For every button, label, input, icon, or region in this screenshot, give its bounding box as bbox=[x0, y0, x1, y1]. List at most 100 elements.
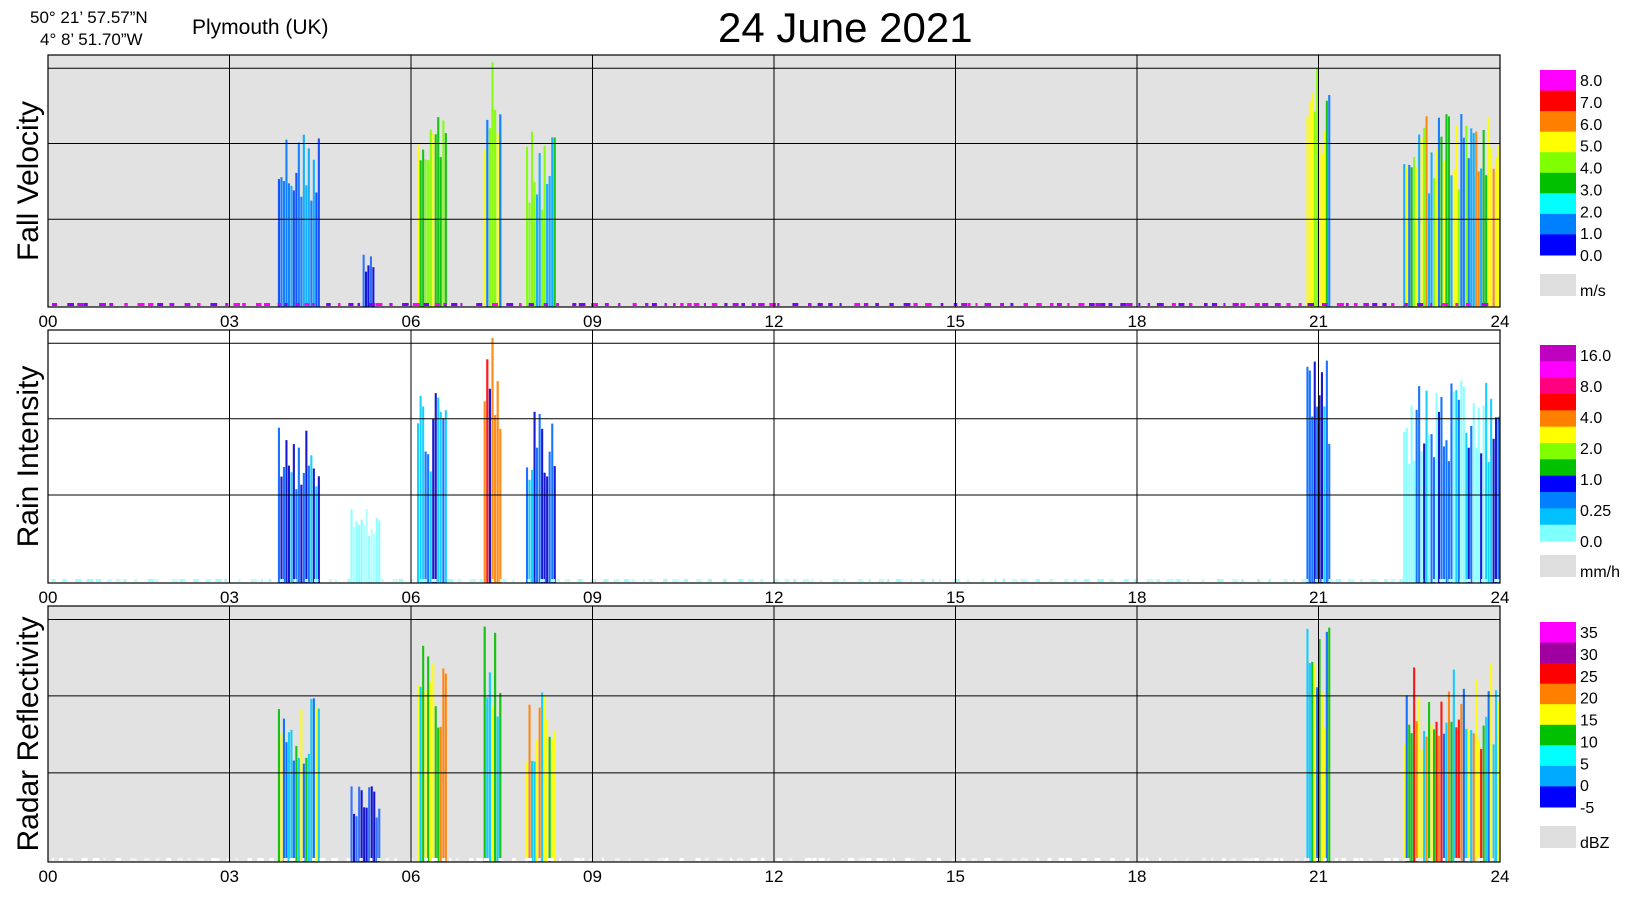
legend-label: 8.0 bbox=[1580, 73, 1602, 90]
speckle-mark bbox=[1223, 303, 1226, 306]
speckle-mark bbox=[557, 579, 560, 582]
speckle-mark bbox=[1146, 579, 1154, 582]
precip-stripe bbox=[1460, 380, 1463, 583]
speckle-mark bbox=[1307, 303, 1314, 306]
legend-label: 8.0 bbox=[1580, 379, 1602, 396]
x-tick-label: 00 bbox=[39, 867, 58, 886]
speckle-mark bbox=[618, 303, 621, 306]
precip-stripe bbox=[1460, 703, 1463, 862]
precip-stripe bbox=[1428, 702, 1431, 862]
speckle-mark bbox=[86, 579, 94, 582]
legend-label: 25 bbox=[1580, 669, 1598, 686]
precip-stripe bbox=[1430, 434, 1433, 583]
precip-stripe bbox=[1415, 166, 1418, 307]
precip-stripe bbox=[434, 393, 437, 583]
speckle-mark bbox=[312, 303, 315, 306]
precip-stripe bbox=[488, 128, 491, 307]
precip-stripe bbox=[417, 423, 420, 583]
speckle-mark bbox=[179, 579, 185, 582]
precip-stripe bbox=[526, 146, 529, 307]
precip-stripe bbox=[1490, 398, 1493, 583]
precip-stripe bbox=[1428, 193, 1431, 307]
speckle-mark bbox=[759, 579, 764, 582]
speckle-mark bbox=[1384, 579, 1388, 582]
speckle-mark bbox=[1407, 579, 1413, 582]
speckle-mark bbox=[581, 858, 585, 861]
speckle-mark bbox=[1334, 858, 1338, 861]
legend-label: 7.0 bbox=[1580, 95, 1602, 112]
precip-stripe bbox=[1487, 691, 1490, 862]
speckle-mark bbox=[1399, 579, 1406, 582]
speckle-mark bbox=[613, 579, 620, 582]
speckle-mark bbox=[913, 303, 918, 306]
speckle-mark bbox=[211, 858, 217, 861]
precip-stripe bbox=[548, 736, 551, 862]
precip-stripe bbox=[292, 760, 295, 862]
legend-swatch bbox=[1540, 745, 1576, 767]
speckle-mark bbox=[1481, 303, 1489, 306]
speckle-mark bbox=[250, 579, 258, 582]
precip-stripe bbox=[553, 730, 556, 862]
speckle-mark bbox=[737, 858, 744, 861]
speckle-mark bbox=[419, 579, 427, 582]
x-tick-label: 12 bbox=[765, 867, 784, 886]
legend-label: 2.0 bbox=[1580, 441, 1602, 458]
precip-stripe bbox=[1311, 416, 1314, 583]
speckle-mark bbox=[848, 858, 855, 861]
legend-unit: dBZ bbox=[1580, 835, 1610, 852]
speckle-mark bbox=[1217, 579, 1224, 582]
precip-stripe bbox=[1442, 160, 1445, 307]
legend-swatch bbox=[1540, 642, 1576, 664]
x-tick-label: 24 bbox=[1491, 867, 1510, 886]
x-tick-label: 21 bbox=[1309, 867, 1328, 886]
speckle-mark bbox=[875, 303, 879, 306]
precip-stripe bbox=[368, 536, 371, 583]
precip-stripe bbox=[417, 144, 420, 307]
speckle-mark bbox=[818, 858, 825, 861]
legend-swatch bbox=[1540, 622, 1576, 644]
precip-stripe bbox=[538, 153, 541, 307]
precip-stripe bbox=[1316, 68, 1319, 307]
precip-stripe bbox=[1467, 447, 1470, 583]
speckle-mark bbox=[750, 858, 758, 861]
speckle-mark bbox=[184, 303, 191, 306]
speckle-mark bbox=[1241, 579, 1244, 582]
speckle-mark bbox=[547, 858, 554, 861]
precip-stripe bbox=[1413, 460, 1416, 583]
precip-stripe bbox=[360, 790, 363, 862]
speckle-mark bbox=[392, 579, 399, 582]
speckle-mark bbox=[1328, 579, 1333, 582]
precip-stripe bbox=[541, 428, 544, 583]
precip-stripe bbox=[1320, 372, 1323, 583]
speckle-mark bbox=[680, 303, 684, 306]
speckle-mark bbox=[1268, 579, 1271, 582]
speckle-mark bbox=[994, 579, 997, 582]
legend-swatch bbox=[1540, 704, 1576, 726]
precip-stripe bbox=[1455, 727, 1458, 862]
precip-stripe bbox=[1450, 721, 1453, 862]
speckle-mark bbox=[1230, 858, 1236, 861]
legend-swatch bbox=[1540, 663, 1576, 685]
speckle-mark bbox=[1280, 858, 1284, 861]
speckle-mark bbox=[577, 579, 583, 582]
panel-1: 00 03 06 09 12 15 18 21 24 Fall Velocity 8.0 7.0 6.0… bbox=[12, 54, 1606, 331]
speckle-mark bbox=[527, 579, 531, 582]
speckle-mark bbox=[651, 303, 657, 306]
speckle-mark bbox=[95, 579, 102, 582]
precip-stripe bbox=[1492, 438, 1495, 583]
precip-stripe bbox=[434, 706, 437, 862]
precip-stripe bbox=[533, 182, 536, 307]
speckle-mark bbox=[528, 303, 534, 306]
precip-stripe bbox=[1442, 446, 1445, 583]
speckle-mark bbox=[984, 858, 991, 861]
speckle-mark bbox=[1108, 303, 1113, 306]
precip-stripe bbox=[358, 525, 361, 583]
speckle-mark bbox=[1125, 858, 1130, 861]
speckle-mark bbox=[443, 303, 447, 306]
precip-stripe bbox=[1490, 663, 1493, 862]
speckle-mark bbox=[446, 579, 454, 582]
precip-stripe bbox=[1418, 386, 1421, 583]
speckle-mark bbox=[820, 579, 823, 582]
precip-stripe bbox=[280, 177, 283, 307]
precip-stripe bbox=[1487, 117, 1490, 307]
